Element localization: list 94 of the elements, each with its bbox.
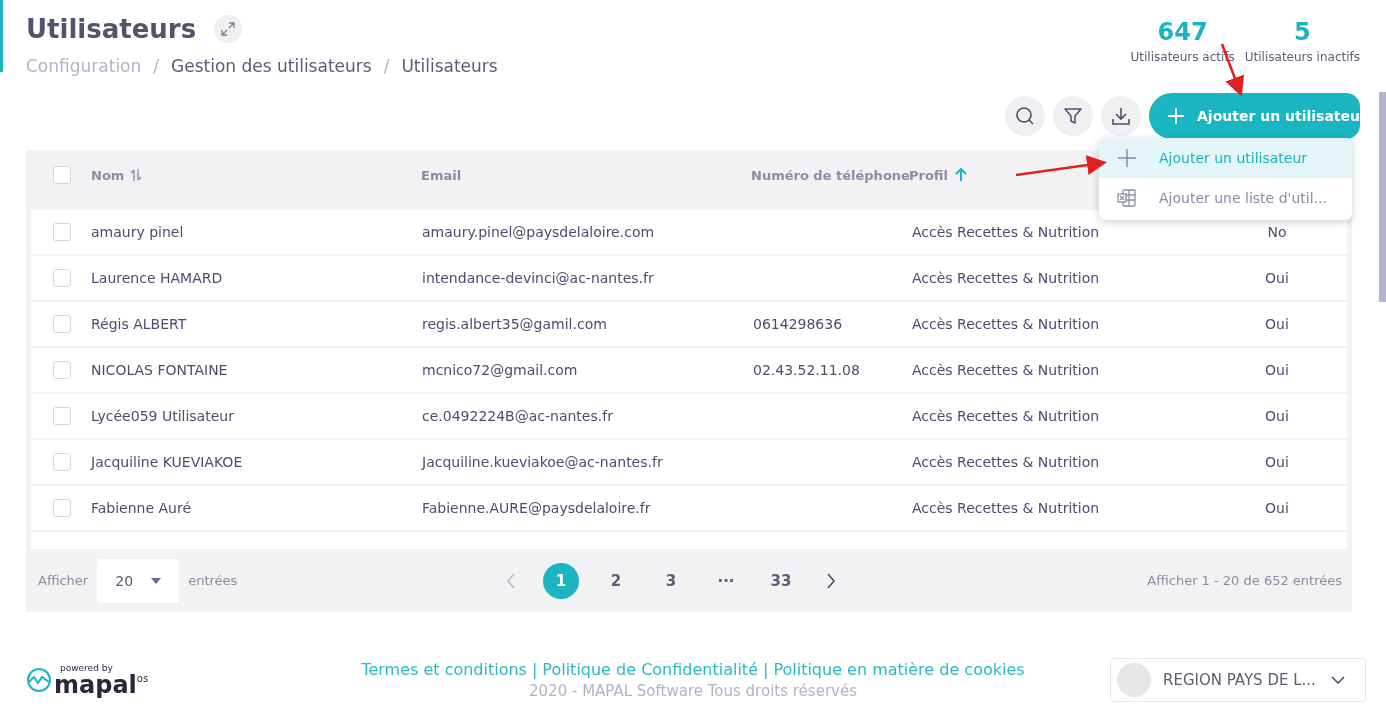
search-button[interactable] xyxy=(1005,96,1045,136)
breadcrumb-link[interactable]: Gestion des utilisateurs xyxy=(171,56,372,76)
search-icon xyxy=(1014,105,1036,127)
spreadsheet-icon xyxy=(1117,188,1137,208)
expand-button[interactable] xyxy=(214,15,243,43)
sort-icon[interactable] xyxy=(130,168,143,182)
stat-value: 5 xyxy=(1294,18,1311,46)
table-cell-text: Fabienne Auré xyxy=(91,500,193,516)
table-cell-text: Accès Recettes & Nutrition xyxy=(912,362,1101,378)
stat-value: 647 xyxy=(1157,18,1208,46)
show-label: Afficher xyxy=(38,573,89,588)
menu-item[interactable]: Ajouter un utilisateur xyxy=(1099,138,1352,178)
breadcrumb-link[interactable]: Configuration xyxy=(26,56,142,76)
link-separator: | xyxy=(531,660,538,679)
copyright-text: 2020 - MAPAL Software Tous droits réservés xyxy=(529,682,857,700)
footer-link[interactable]: Termes et conditions xyxy=(361,660,527,679)
filter-icon xyxy=(1062,105,1084,127)
table-cell: 02.43.52.11.08 xyxy=(753,362,860,378)
table-cell-text: Oui xyxy=(1264,316,1290,332)
table-cell-text: Fabienne.AURE@paysdelaloire.fr xyxy=(422,500,652,516)
row-checkbox[interactable] xyxy=(53,407,71,425)
table-cell-text: ce.0492224B@ac-nantes.fr xyxy=(422,408,614,424)
brand-name: mapal xyxy=(54,673,137,697)
page-button[interactable]: 33 xyxy=(763,562,799,599)
row-checkbox[interactable] xyxy=(53,269,71,287)
table-cell-text: Accès Recettes & Nutrition xyxy=(912,454,1101,470)
caret-icon xyxy=(151,577,162,584)
table-cell-text: Accès Recettes & Nutrition xyxy=(912,224,1101,240)
scrollbar[interactable] xyxy=(1379,92,1386,302)
download-button[interactable] xyxy=(1101,96,1141,136)
entries-label: entrées xyxy=(188,573,238,588)
table-cell-text: Accès Recettes & Nutrition xyxy=(912,270,1101,286)
table-cell-text: No xyxy=(1266,224,1288,240)
download-icon xyxy=(1110,105,1132,127)
table-cell-text: Accès Recettes & Nutrition xyxy=(912,316,1101,332)
page-button[interactable]: 1 xyxy=(543,562,579,599)
table-cell: 0614298636 xyxy=(753,316,843,332)
add-user-button[interactable]: Ajouter un utilisateu xyxy=(1149,93,1360,139)
account-selector[interactable]: REGION PAYS DE L... xyxy=(1110,658,1366,702)
chevron-right-icon xyxy=(826,572,836,589)
footer-link[interactable]: Politique en matière de cookies xyxy=(773,660,1025,679)
expand-icon xyxy=(220,21,237,37)
chevron-down-icon xyxy=(1331,676,1345,684)
page-title: Utilisateurs xyxy=(26,14,197,44)
table-cell-text: Oui xyxy=(1264,270,1290,286)
column-header[interactable]: Email xyxy=(421,167,462,183)
table-cell-text: Accès Recettes & Nutrition xyxy=(912,500,1101,516)
footer-link[interactable]: Politique de Confidentialité xyxy=(542,660,758,679)
table-cell-text: intendance-devinci@ac-nantes.fr xyxy=(422,270,655,286)
menu-item[interactable]: Ajouter une liste d'util... xyxy=(1099,178,1352,218)
breadcrumb-link[interactable]: Utilisateurs xyxy=(401,56,498,76)
entries-summary: Afficher 1 - 20 de 652 entrées xyxy=(1147,573,1342,588)
link-separator: | xyxy=(763,660,769,679)
table-cell-text: regis.albert35@gamil.com xyxy=(422,316,608,332)
table-cell-text: Oui xyxy=(1264,362,1290,378)
page-button[interactable]: ··· xyxy=(708,562,744,599)
plus-icon xyxy=(1167,107,1185,125)
breadcrumb-separator: / xyxy=(153,56,160,76)
page-size-select[interactable]: 20 xyxy=(97,558,180,603)
filter-button[interactable] xyxy=(1053,96,1093,136)
select-all-checkbox[interactable] xyxy=(53,166,71,184)
row-checkbox[interactable] xyxy=(53,453,71,471)
column-header[interactable]: Numéro de téléphone xyxy=(751,167,910,183)
avatar-icon xyxy=(1117,663,1151,697)
brand-suffix: os xyxy=(136,673,149,684)
table-cell-text: Oui xyxy=(1264,408,1290,424)
row-checkbox[interactable] xyxy=(53,499,71,517)
table-cell-text: amaury.pinel@paysdelaloire.com xyxy=(422,224,656,240)
table-cell-text: Oui xyxy=(1264,500,1290,516)
column-header[interactable]: Nom xyxy=(91,167,125,183)
logo-icon xyxy=(26,667,52,693)
row-checkbox[interactable] xyxy=(53,361,71,379)
table-cell-text: Régis ALBERT xyxy=(91,316,188,332)
table-cell-text: NICOLAS FONTAINE xyxy=(91,362,229,378)
page-button[interactable]: 2 xyxy=(598,562,634,599)
accent-bar xyxy=(0,0,3,72)
table-cell-text: Laurence HAMARD xyxy=(91,270,224,286)
chevron-left-icon xyxy=(506,572,516,589)
table-cell-text: Jacquiline.kueviakoe@ac-nantes.fr xyxy=(422,454,664,470)
column-header[interactable]: Profil xyxy=(909,167,948,183)
row-checkbox[interactable] xyxy=(53,315,71,333)
plus-icon xyxy=(1117,148,1137,168)
sort-ascending-icon[interactable] xyxy=(953,168,968,182)
powered-by-label: powered by xyxy=(60,663,114,673)
row-checkbox[interactable] xyxy=(53,223,71,241)
table-cell-text: mcnico72@gmail.com xyxy=(422,362,579,378)
page-button[interactable]: 3 xyxy=(653,562,689,599)
stat-label: Utilisateurs inactifs xyxy=(1244,50,1360,64)
table-cell-text: Accès Recettes & Nutrition xyxy=(912,408,1101,424)
table-cell-text: Oui xyxy=(1264,454,1290,470)
table-cell-text: Lycée059 Utilisateur xyxy=(91,408,235,424)
table-cell-text: Jacquiline KUEVIAKOE xyxy=(91,454,244,470)
breadcrumb-separator: / xyxy=(383,56,390,76)
table-cell-text: amaury pinel xyxy=(91,224,185,240)
